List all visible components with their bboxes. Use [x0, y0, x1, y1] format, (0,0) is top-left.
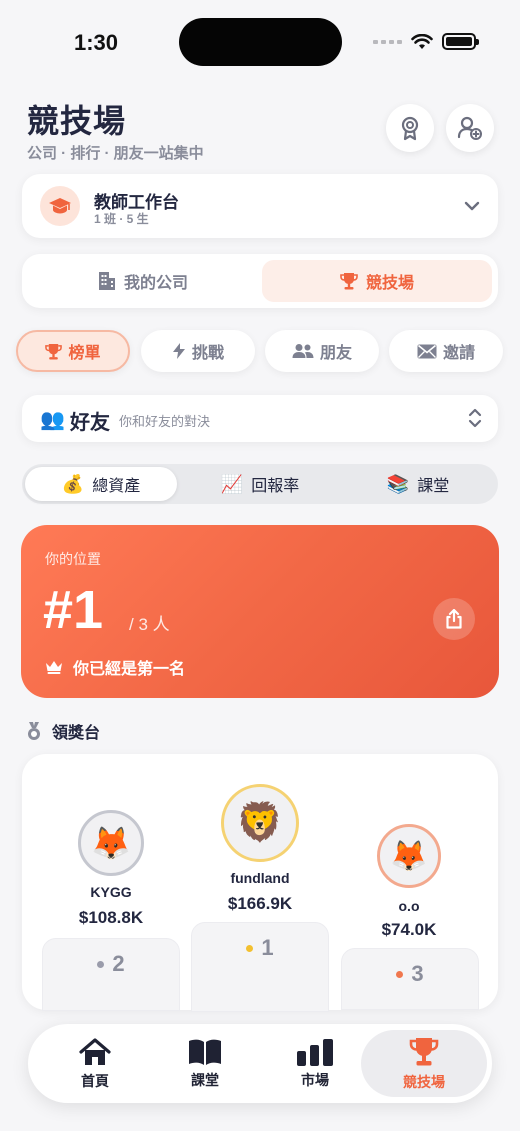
pill-invite[interactable]: 邀請: [389, 330, 503, 372]
rank-message-text: 你已經是第一名: [73, 661, 186, 678]
teacher-class-info: 1 班 · 5 生: [94, 212, 149, 226]
trophy-icon: [409, 1037, 439, 1065]
metric-label: 總資產: [92, 478, 141, 495]
place-number: 2: [112, 951, 125, 976]
pill-leaderboard[interactable]: 榜單: [16, 330, 130, 372]
tab-label: 競技場: [403, 1073, 445, 1090]
share-icon: [446, 609, 462, 629]
people-icon: [292, 344, 314, 358]
metric-segment: 💰 總資產 📈 回報率 📚 課堂: [22, 464, 498, 504]
tab-my-company[interactable]: 我的公司: [28, 260, 258, 302]
place-dot: [396, 971, 404, 978]
pill-label: 朋友: [319, 345, 352, 362]
rank-number: #1: [43, 580, 104, 640]
place-number: 3: [411, 961, 424, 986]
podium-value: $166.9K: [227, 894, 293, 913]
tab-home[interactable]: 首頁: [40, 1030, 150, 1097]
building-icon: [98, 272, 115, 290]
podium-value: $74.0K: [381, 920, 437, 939]
tab-classroom[interactable]: 課堂: [150, 1030, 260, 1097]
metric-classroom[interactable]: 📚 課堂: [342, 467, 494, 501]
pill-friends[interactable]: 朋友: [265, 330, 379, 372]
place-dot: [97, 961, 105, 968]
battery-icon: [442, 33, 479, 50]
scope-description: 你和好友的對決: [119, 414, 211, 429]
pill-challenge[interactable]: 挑戰: [141, 330, 255, 372]
podium-block-second: 2: [42, 938, 180, 1011]
bolt-icon: [172, 343, 185, 359]
graduation-cap-icon: [40, 186, 80, 226]
signal-icon: [373, 39, 402, 44]
money-bag-icon: 💰: [61, 473, 85, 494]
add-friend-button[interactable]: [446, 104, 494, 152]
tab-market[interactable]: 市場: [260, 1030, 370, 1097]
podium-block-third: 3: [341, 948, 479, 1010]
rank-total: / 3 人: [129, 615, 170, 634]
trophy-icon: [45, 343, 63, 360]
podium-title: 領獎台: [52, 725, 101, 742]
chevron-up-down-icon: [468, 408, 482, 428]
pill-label: 邀請: [442, 345, 475, 362]
chevron-down-icon: [464, 201, 480, 211]
section-segment: 我的公司 競技場: [22, 254, 498, 308]
tab-arena-label: 競技場: [365, 275, 414, 292]
page-subtitle: 公司 · 排行 · 朋友一站集中: [27, 145, 204, 162]
people-emoji-icon: 👥: [40, 409, 65, 431]
tab-label: 首頁: [81, 1072, 109, 1089]
podium-heading: 領獎台: [26, 719, 100, 743]
trophy-icon: [340, 273, 358, 290]
chart-up-icon: 📈: [220, 473, 244, 494]
status-time: 1:30: [74, 30, 119, 55]
book-icon: [189, 1039, 221, 1065]
avatar-lion: 🦁: [221, 784, 299, 862]
page-title: 競技場: [27, 103, 127, 139]
metric-label: 課堂: [417, 478, 450, 495]
add-user-icon: [457, 116, 482, 140]
tab-label: 課堂: [191, 1071, 219, 1088]
rank-message: 你已經是第一名: [45, 655, 185, 679]
envelope-icon: [417, 344, 437, 358]
scope-selector[interactable]: 👥 好友 你和好友的對決: [22, 395, 498, 442]
tab-arena[interactable]: 競技場: [262, 260, 492, 302]
teacher-workspace-selector[interactable]: 教師工作台 1 班 · 5 生: [22, 174, 498, 238]
tab-arena-nav[interactable]: 競技場: [361, 1030, 487, 1097]
wifi-icon: [411, 33, 433, 49]
place-number: 1: [261, 935, 274, 960]
podium-block-first: 1: [191, 922, 329, 1012]
podium-name: fundland: [230, 870, 290, 886]
my-rank-card: 你的位置 #1 / 3 人 你已經是第一名: [21, 525, 499, 698]
home-icon: [79, 1037, 111, 1065]
metric-label: 回報率: [251, 478, 300, 495]
tab-label: 市場: [301, 1071, 329, 1088]
medal-icon: [28, 722, 40, 740]
podium-name: o.o: [398, 898, 420, 914]
status-icons: [373, 33, 479, 50]
tab-my-company-label: 我的公司: [123, 275, 188, 292]
podium-value: $108.8K: [78, 908, 144, 927]
place-dot: [246, 945, 254, 952]
bar-chart-icon: [297, 1038, 333, 1066]
scope-label: 好友: [70, 412, 110, 434]
crown-icon: [46, 661, 62, 674]
dynamic-island: [179, 18, 342, 66]
avatar-fox: 🦊: [377, 824, 441, 888]
metric-total-assets[interactable]: 💰 總資產: [25, 467, 177, 501]
books-icon: 📚: [386, 473, 410, 494]
badge-icon: [401, 116, 419, 141]
podium-card: 🦊 KYGG $108.8K 2 🦁 fundland $166.9K 1 🦊 …: [22, 754, 498, 1012]
pill-label: 挑戰: [191, 345, 224, 362]
rank-label: 你的位置: [45, 551, 101, 567]
avatar-fox: 🦊: [78, 810, 144, 876]
podium-name: KYGG: [90, 884, 132, 900]
metric-return-rate[interactable]: 📈 回報率: [184, 467, 336, 501]
pill-label: 榜單: [68, 345, 101, 362]
achievements-button[interactable]: [386, 104, 434, 152]
share-button[interactable]: [433, 598, 475, 640]
tab-bar: 首頁 課堂 市場 競技場: [28, 1024, 492, 1103]
